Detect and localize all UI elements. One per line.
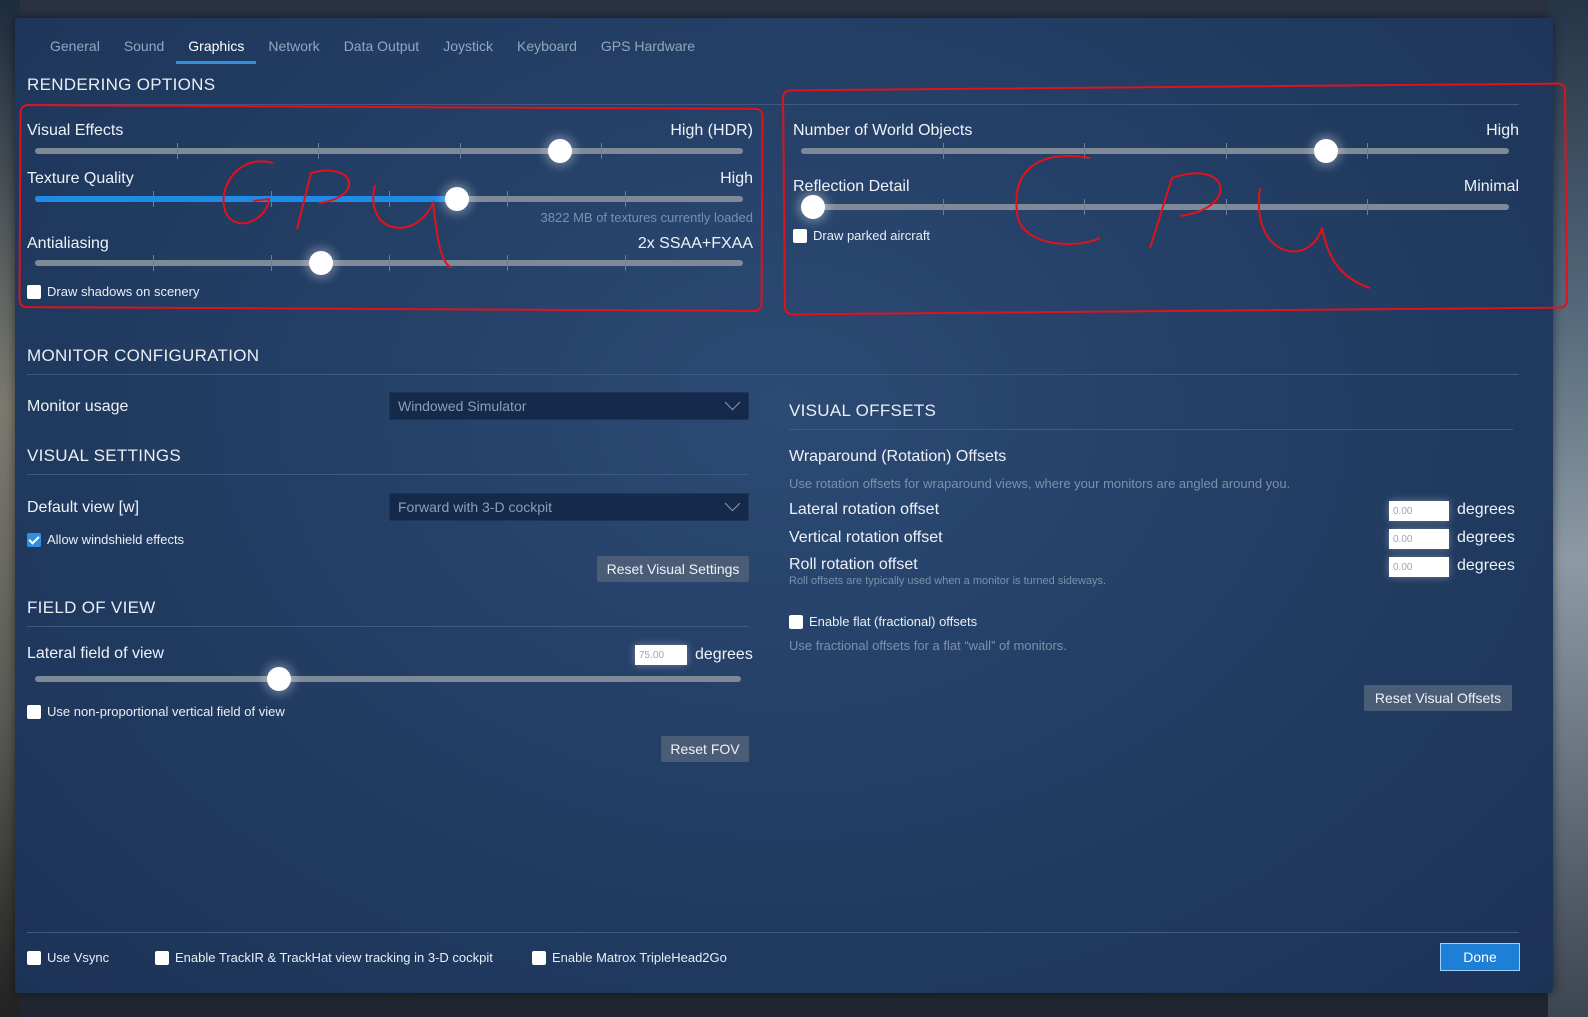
monitor-usage-label: Monitor usage [27, 398, 129, 415]
flat-offsets-hint: Use fractional offsets for a flat “wall”… [789, 638, 1067, 653]
dropdown-value: Forward with 3-D cockpit [398, 499, 553, 515]
checkbox-label: Use Vsync [47, 950, 110, 965]
vertical-rotation-unit: degrees [1457, 529, 1515, 546]
tab-graphics[interactable]: Graphics [176, 34, 257, 64]
visual-settings-title: VISUAL SETTINGS [27, 446, 182, 465]
windshield-effects-checkbox[interactable]: Allow windshield effects [27, 532, 184, 547]
roll-hint: Roll offsets are typically used when a m… [789, 575, 1107, 587]
checkbox-box[interactable] [27, 950, 41, 965]
field-of-view-title: FIELD OF VIEW [27, 598, 156, 617]
vertical-rotation-label: Vertical rotation offset [789, 529, 943, 546]
trackir-checkbox[interactable]: Enable TrackIR & TrackHat view tracking … [155, 950, 493, 965]
chevron-down-icon [724, 394, 741, 411]
rendering-options-title: RENDERING OPTIONS [27, 75, 216, 94]
checkbox-box[interactable] [789, 614, 803, 629]
lateral-rotation-input[interactable]: 0.00 [1389, 501, 1449, 521]
wraparound-hint: Use rotation offsets for wraparound view… [789, 476, 1291, 491]
checkbox-box[interactable] [27, 532, 41, 547]
roll-rotation-input[interactable]: 0.00 [1389, 557, 1449, 577]
gpu-annotation-text [222, 160, 454, 268]
roll-rotation-unit: degrees [1457, 557, 1515, 574]
visual-offsets-title: VISUAL OFFSETS [789, 401, 937, 420]
lateral-fov-label: Lateral field of view [27, 645, 164, 662]
default-view-dropdown[interactable]: Forward with 3-D cockpit [389, 493, 749, 521]
vertical-rotation-input[interactable]: 0.00 [1389, 529, 1449, 549]
done-button[interactable]: Done [1440, 943, 1520, 971]
tab-data-output[interactable]: Data Output [332, 34, 432, 64]
lateral-rotation-unit: degrees [1457, 501, 1515, 518]
reset-fov-button[interactable]: Reset FOV [661, 736, 749, 762]
reset-visual-settings-button[interactable]: Reset Visual Settings [597, 556, 749, 582]
divider [27, 932, 1519, 933]
lateral-fov-slider[interactable] [35, 667, 741, 691]
chevron-down-icon [724, 495, 741, 512]
lateral-fov-unit: degrees [695, 646, 753, 663]
divider [27, 626, 749, 627]
tab-network[interactable]: Network [256, 34, 331, 64]
slider-knob[interactable] [266, 667, 291, 691]
monitor-configuration-title: MONITOR CONFIGURATION [27, 346, 260, 365]
divider [27, 474, 749, 475]
flat-offsets-checkbox[interactable]: Enable flat (fractional) offsets [789, 614, 977, 629]
checkbox-label: Enable flat (fractional) offsets [809, 614, 978, 629]
checkbox-label: Allow windshield effects [47, 532, 185, 547]
checkbox-box[interactable] [155, 950, 169, 965]
tab-gps-hardware[interactable]: GPS Hardware [589, 34, 707, 64]
lateral-rotation-label: Lateral rotation offset [789, 501, 940, 518]
checkbox-label: Enable Matrox TripleHead2Go [552, 950, 727, 965]
monitor-usage-dropdown[interactable]: Windowed Simulator [389, 392, 749, 420]
tab-keyboard[interactable]: Keyboard [505, 34, 589, 64]
checkbox-label: Enable TrackIR & TrackHat view tracking … [175, 950, 493, 965]
reset-visual-offsets-button[interactable]: Reset Visual Offsets [1364, 685, 1512, 711]
lateral-fov-input[interactable]: 75.00 [635, 645, 687, 665]
divider [789, 429, 1513, 430]
wraparound-offsets-title: Wraparound (Rotation) Offsets [789, 448, 1007, 465]
tab-joystick[interactable]: Joystick [431, 34, 505, 64]
divider [27, 374, 1519, 375]
vsync-checkbox[interactable]: Use Vsync [27, 950, 109, 965]
tab-bar: General Sound Graphics Network Data Outp… [38, 34, 707, 64]
matrox-checkbox[interactable]: Enable Matrox TripleHead2Go [532, 950, 727, 965]
checkbox-box[interactable] [532, 950, 546, 965]
non-proportional-fov-checkbox[interactable]: Use non-proportional vertical field of v… [27, 704, 285, 719]
checkbox-box[interactable] [27, 704, 41, 719]
tab-general[interactable]: General [38, 34, 112, 64]
roll-rotation-label: Roll rotation offset [789, 556, 918, 573]
checkbox-label: Use non-proportional vertical field of v… [47, 704, 285, 719]
dropdown-value: Windowed Simulator [398, 398, 527, 414]
default-view-label: Default view [w] [27, 499, 140, 516]
tab-sound[interactable]: Sound [112, 34, 176, 64]
settings-dialog: General Sound Graphics Network Data Outp… [15, 18, 1568, 993]
cpu-annotation-text [1015, 155, 1370, 289]
